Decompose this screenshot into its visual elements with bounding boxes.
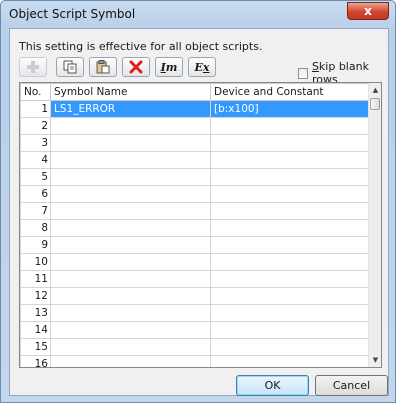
- device-constant-cell[interactable]: [210, 202, 370, 220]
- import-icon: Im: [160, 60, 178, 74]
- symbol-name-cell[interactable]: LS1_ERROR: [50, 100, 211, 118]
- checkbox-box[interactable]: [298, 67, 308, 79]
- row-number-cell: 10: [20, 253, 51, 271]
- import-button[interactable]: Im: [155, 57, 183, 77]
- symbol-name-cell[interactable]: [50, 355, 211, 367]
- row-number-cell: 1: [20, 100, 51, 118]
- scroll-down-icon[interactable]: ▼: [369, 353, 381, 367]
- close-icon: x: [364, 4, 372, 18]
- table-row[interactable]: 1 LS1_ERROR [b:x100]: [20, 100, 370, 118]
- column-header-device-and-constant[interactable]: Device and Constant: [210, 83, 370, 101]
- device-constant-cell[interactable]: [210, 355, 370, 367]
- table-row[interactable]: 13: [20, 304, 370, 322]
- symbol-name-cell[interactable]: [50, 202, 211, 220]
- device-constant-cell[interactable]: [210, 134, 370, 152]
- table-row[interactable]: 3: [20, 134, 370, 152]
- device-constant-cell[interactable]: [b:x100]: [210, 100, 370, 118]
- device-constant-cell[interactable]: [210, 117, 370, 135]
- add-button[interactable]: [19, 57, 47, 77]
- info-text: This setting is effective for all object…: [19, 40, 263, 53]
- row-number-cell: 2: [20, 117, 51, 135]
- device-constant-cell[interactable]: [210, 236, 370, 254]
- device-constant-cell[interactable]: [210, 270, 370, 288]
- dialog-window: Object Script Symbol x This setting is e…: [0, 0, 396, 403]
- device-constant-cell[interactable]: [210, 151, 370, 169]
- row-number-cell: 7: [20, 202, 51, 220]
- row-number-cell: 11: [20, 270, 51, 288]
- ok-button[interactable]: OK: [236, 375, 309, 396]
- dialog-client-area: This setting is effective for all object…: [9, 28, 389, 396]
- symbol-name-cell[interactable]: [50, 219, 211, 237]
- row-number-cell: 16: [20, 355, 51, 367]
- row-number-cell: 15: [20, 338, 51, 356]
- row-number-cell: 13: [20, 304, 51, 322]
- add-icon: [27, 61, 39, 73]
- row-number-cell: 14: [20, 321, 51, 339]
- device-constant-cell[interactable]: [210, 168, 370, 186]
- delete-icon: [129, 60, 143, 74]
- delete-button[interactable]: [122, 57, 150, 77]
- symbol-name-cell[interactable]: [50, 168, 211, 186]
- symbol-name-cell[interactable]: [50, 134, 211, 152]
- row-number-cell: 4: [20, 151, 51, 169]
- close-button[interactable]: x: [347, 2, 389, 20]
- table-row[interactable]: 11: [20, 270, 370, 288]
- table-row[interactable]: 16: [20, 355, 370, 367]
- table-row[interactable]: 8: [20, 219, 370, 237]
- table-row[interactable]: 6: [20, 185, 370, 203]
- symbol-name-cell[interactable]: [50, 287, 211, 305]
- symbol-name-cell[interactable]: [50, 253, 211, 271]
- row-number-cell: 12: [20, 287, 51, 305]
- symbol-name-cell[interactable]: [50, 236, 211, 254]
- table-row[interactable]: 10: [20, 253, 370, 271]
- cancel-button[interactable]: Cancel: [315, 375, 388, 396]
- export-icon: Ex: [194, 60, 210, 74]
- device-constant-cell[interactable]: [210, 219, 370, 237]
- table-row[interactable]: 9: [20, 236, 370, 254]
- table-row[interactable]: 2: [20, 117, 370, 135]
- table-row[interactable]: 15: [20, 338, 370, 356]
- device-constant-cell[interactable]: [210, 185, 370, 203]
- paste-button[interactable]: [89, 57, 117, 77]
- device-constant-cell[interactable]: [210, 287, 370, 305]
- copy-button[interactable]: [56, 57, 84, 77]
- symbol-name-cell[interactable]: [50, 321, 211, 339]
- row-number-cell: 8: [20, 219, 51, 237]
- title-bar[interactable]: Object Script Symbol x: [1, 1, 395, 27]
- symbol-name-cell[interactable]: [50, 304, 211, 322]
- table-row[interactable]: 12: [20, 287, 370, 305]
- device-constant-cell[interactable]: [210, 253, 370, 271]
- symbol-name-cell[interactable]: [50, 270, 211, 288]
- scroll-up-icon[interactable]: ▲: [369, 83, 381, 97]
- table-header-row: No. Symbol Name Device and Constant: [20, 83, 370, 101]
- paste-icon: [96, 60, 110, 74]
- row-number-cell: 9: [20, 236, 51, 254]
- table-row[interactable]: 5: [20, 168, 370, 186]
- symbol-name-cell[interactable]: [50, 151, 211, 169]
- row-number-cell: 5: [20, 168, 51, 186]
- table-row[interactable]: 14: [20, 321, 370, 339]
- column-header-symbol-name[interactable]: Symbol Name: [50, 83, 211, 101]
- export-button[interactable]: Ex: [188, 57, 216, 77]
- column-header-no[interactable]: No.: [20, 83, 51, 101]
- symbol-name-cell[interactable]: [50, 117, 211, 135]
- symbol-table: No. Symbol Name Device and Constant 1 LS1…: [19, 82, 382, 368]
- row-number-cell: 3: [20, 134, 51, 152]
- table-row[interactable]: 7: [20, 202, 370, 220]
- symbol-name-cell[interactable]: [50, 338, 211, 356]
- device-constant-cell[interactable]: [210, 304, 370, 322]
- table-row[interactable]: 4: [20, 151, 370, 169]
- device-constant-cell[interactable]: [210, 321, 370, 339]
- scroll-thumb[interactable]: [370, 98, 380, 110]
- row-number-cell: 6: [20, 185, 51, 203]
- device-constant-cell[interactable]: [210, 338, 370, 356]
- window-title: Object Script Symbol: [9, 7, 136, 21]
- vertical-scrollbar[interactable]: ▲ ▼: [368, 83, 381, 367]
- symbol-name-cell[interactable]: [50, 185, 211, 203]
- copy-icon: [63, 60, 77, 74]
